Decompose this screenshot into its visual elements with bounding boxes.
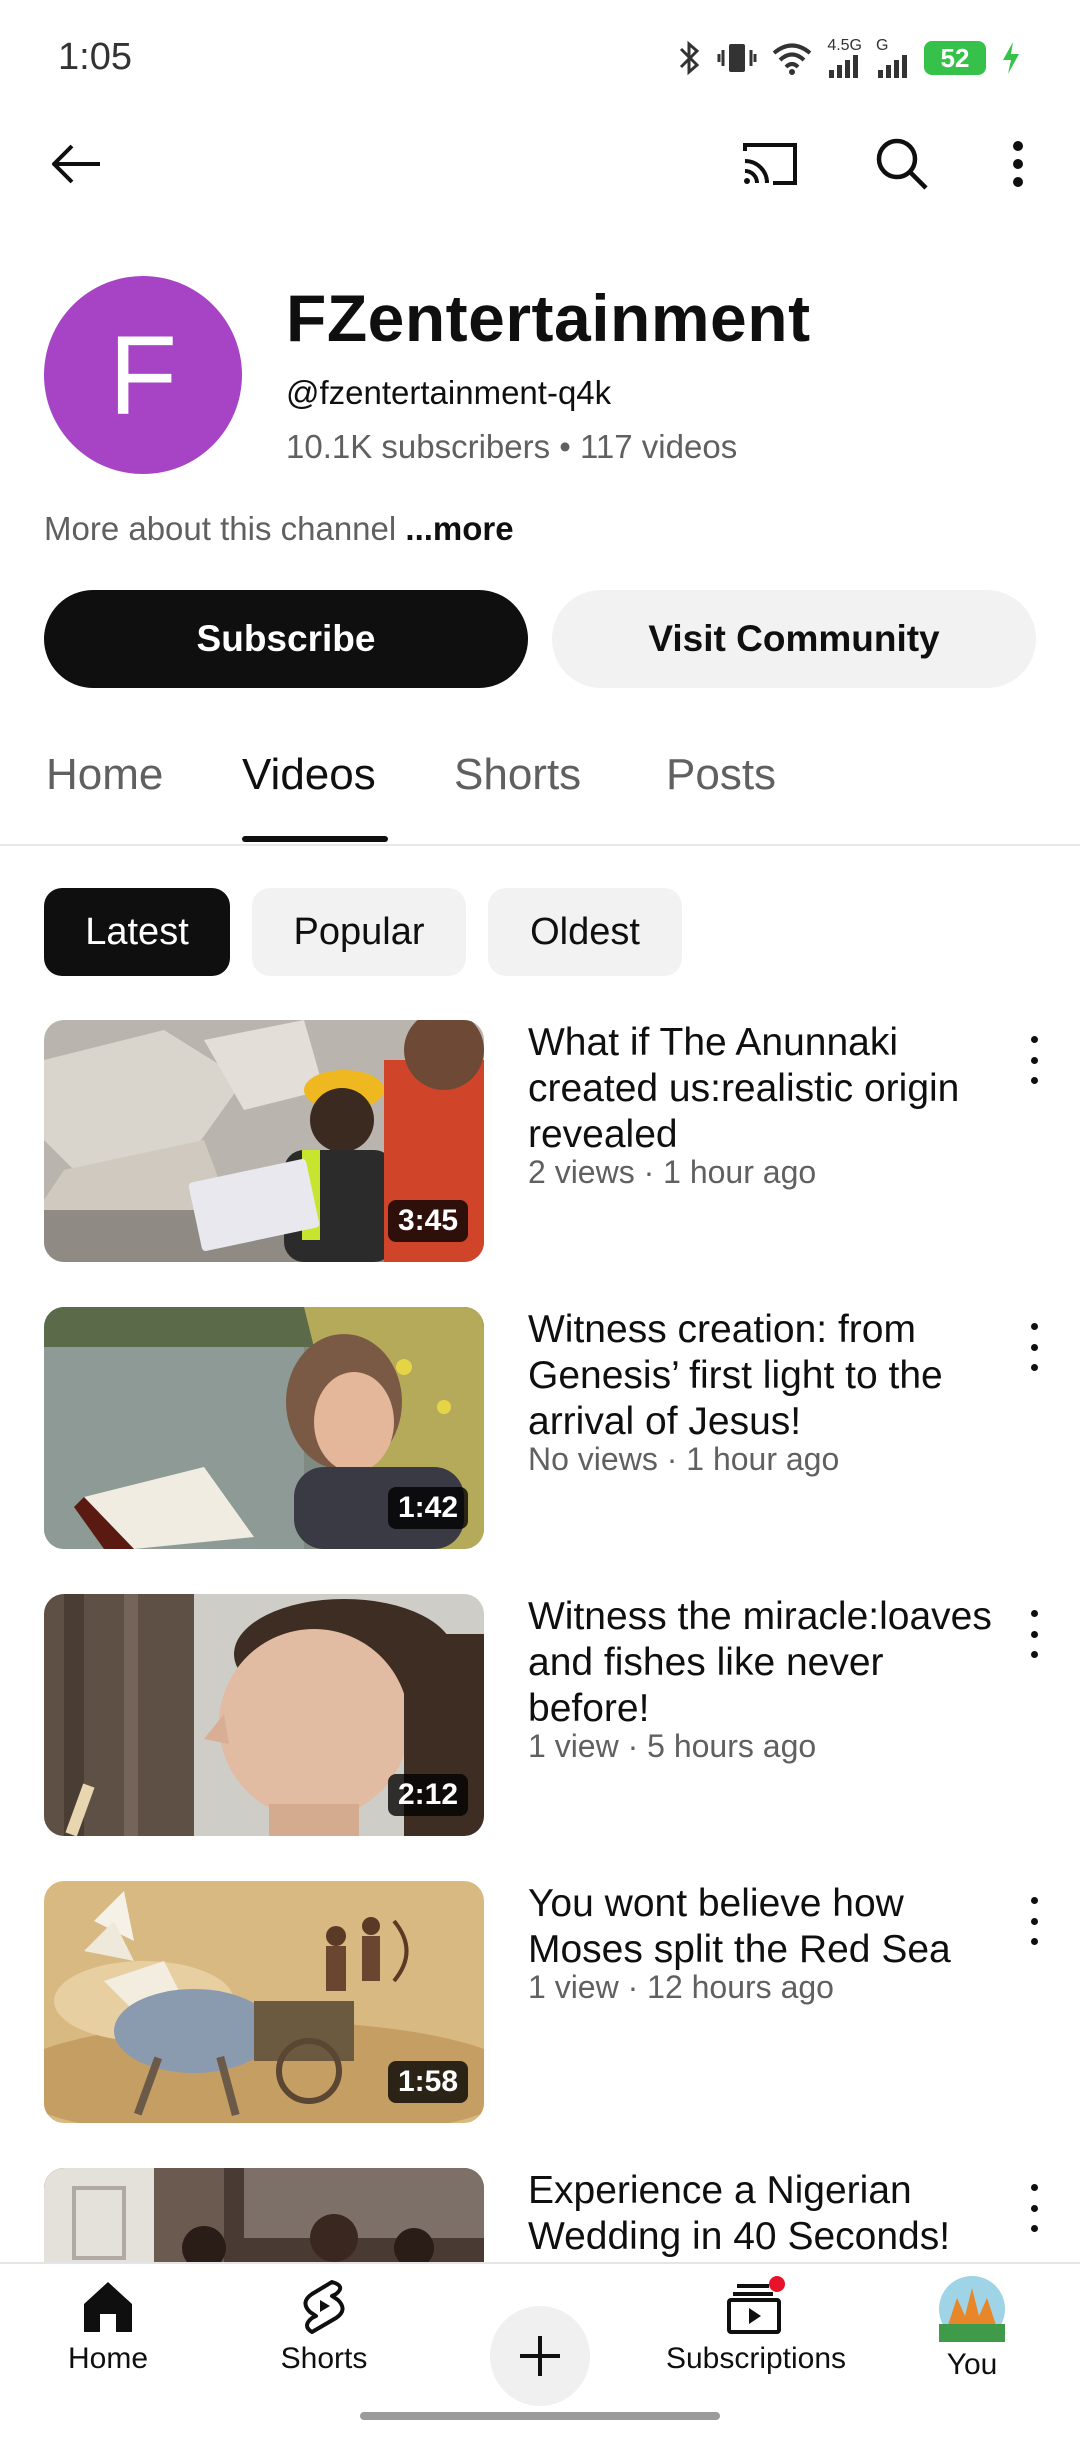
channel-tabs: Home Videos Shorts Posts — [0, 740, 1080, 846]
tab-posts[interactable]: Posts — [666, 750, 776, 800]
charging-icon — [1003, 42, 1019, 74]
video-title[interactable]: What if The Anunnaki created us:realisti… — [528, 1020, 998, 1158]
video-menu-button[interactable] — [1016, 1317, 1052, 1377]
tab-home[interactable]: Home — [46, 750, 163, 800]
nav-label: Home — [67, 2342, 149, 2375]
nav-shorts[interactable]: Shorts — [224, 2276, 424, 2376]
video-menu-button[interactable] — [1016, 1891, 1052, 1951]
battery-indicator: 52 — [924, 41, 986, 75]
channel-avatar[interactable]: F — [44, 276, 242, 474]
vibrate-icon — [717, 44, 757, 72]
network-type-1: 4.5G — [827, 37, 862, 54]
more-vert-icon — [1013, 141, 1023, 187]
video-duration: 2:12 — [387, 1774, 468, 1816]
signal-1: 4.5G — [827, 38, 862, 78]
video-meta: 1 view · 5 hours ago — [528, 1728, 817, 1764]
network-type-2: G — [876, 37, 889, 54]
video-duration: 3:45 — [387, 1200, 468, 1242]
video-thumbnail[interactable] — [44, 2168, 484, 2262]
video-thumbnail[interactable]: 1:42 — [44, 1307, 484, 1549]
signal-icon — [829, 55, 859, 78]
filter-chip-popular[interactable]: Popular — [252, 888, 466, 976]
video-meta: 1 view · 12 hours ago — [528, 1969, 834, 2005]
nav-you[interactable]: You — [872, 2276, 1072, 2382]
video-menu-button[interactable] — [1016, 1030, 1052, 1090]
channel-name: FZentertainment — [286, 281, 811, 355]
subscriptions-icon — [727, 2276, 785, 2334]
video-item[interactable]: 2:12 Witness the miracle:loaves and fish… — [0, 1594, 1080, 1844]
status-time: 1:05 — [58, 36, 132, 78]
nav-label: Subscriptions — [665, 2342, 847, 2375]
video-duration: 1:42 — [387, 1487, 468, 1529]
wifi-icon — [773, 43, 812, 75]
video-item[interactable]: Experience a Nigerian Wedding in 40 Seco… — [0, 2168, 1080, 2262]
bluetooth-icon — [680, 40, 700, 76]
channel-stats: 10.1K subscribers • 117 videos — [286, 428, 738, 465]
visit-community-button[interactable]: Visit Community — [552, 590, 1036, 688]
video-title[interactable]: Witness the miracle:loaves and fishes li… — [528, 1594, 998, 1732]
subscribe-button[interactable]: Subscribe — [44, 590, 528, 688]
video-menu-button[interactable] — [1016, 1604, 1052, 1664]
video-item[interactable]: 3:45 What if The Anunnaki created us:rea… — [0, 1020, 1080, 1270]
home-icon — [84, 2282, 132, 2332]
cast-button[interactable] — [730, 124, 810, 204]
gesture-bar[interactable] — [360, 2412, 720, 2420]
video-thumbnail[interactable]: 3:45 — [44, 1020, 484, 1262]
nav-home[interactable]: Home — [8, 2276, 208, 2376]
channel-handle: @fzentertainment-q4k — [286, 374, 612, 411]
more-link[interactable]: ...more — [405, 510, 513, 547]
video-meta: 2 views · 1 hour ago — [528, 1154, 817, 1190]
filter-chip-latest[interactable]: Latest — [44, 888, 230, 976]
video-duration: 1:58 — [387, 2061, 468, 2103]
back-button[interactable] — [36, 124, 116, 204]
video-item[interactable]: 1:42 Witness creation: from Genesis’ fir… — [0, 1307, 1080, 1557]
video-thumbnail[interactable]: 2:12 — [44, 1594, 484, 1836]
video-thumbnail[interactable]: 1:58 — [44, 1881, 484, 2123]
back-arrow-icon — [52, 144, 100, 184]
more-options-button[interactable] — [978, 124, 1058, 204]
search-icon — [876, 138, 928, 190]
cast-icon — [743, 143, 797, 185]
channel-about-text: More about this channel — [44, 510, 397, 547]
video-title[interactable]: Experience a Nigerian Wedding in 40 Seco… — [528, 2168, 998, 2260]
video-menu-button[interactable] — [1016, 2178, 1052, 2238]
search-button[interactable] — [862, 124, 942, 204]
plus-icon — [520, 2336, 560, 2376]
avatar — [939, 2276, 1005, 2342]
thumbnail-image — [44, 2168, 484, 2262]
status-icons: 4.5G G 52 — [677, 34, 1022, 82]
signal-icon — [878, 55, 907, 78]
create-button[interactable] — [490, 2306, 590, 2406]
active-tab-indicator — [242, 836, 388, 842]
video-title[interactable]: Witness creation: from Genesis’ first li… — [528, 1307, 998, 1445]
signal-2: G — [876, 38, 910, 78]
tab-shorts[interactable]: Shorts — [454, 750, 581, 800]
filter-chip-oldest[interactable]: Oldest — [488, 888, 682, 976]
shorts-icon — [303, 2280, 345, 2334]
video-meta: No views · 1 hour ago — [528, 1441, 840, 1477]
nav-label: Shorts — [280, 2342, 368, 2375]
nav-label: You — [946, 2348, 998, 2381]
video-item[interactable]: 1:58 You wont believe how Moses split th… — [0, 1881, 1080, 2131]
video-title[interactable]: You wont believe how Moses split the Red… — [528, 1881, 998, 1973]
nav-subscriptions[interactable]: Subscriptions — [656, 2276, 856, 2376]
tab-videos[interactable]: Videos — [242, 750, 376, 800]
channel-about[interactable]: More about this channel ...more — [44, 510, 514, 548]
